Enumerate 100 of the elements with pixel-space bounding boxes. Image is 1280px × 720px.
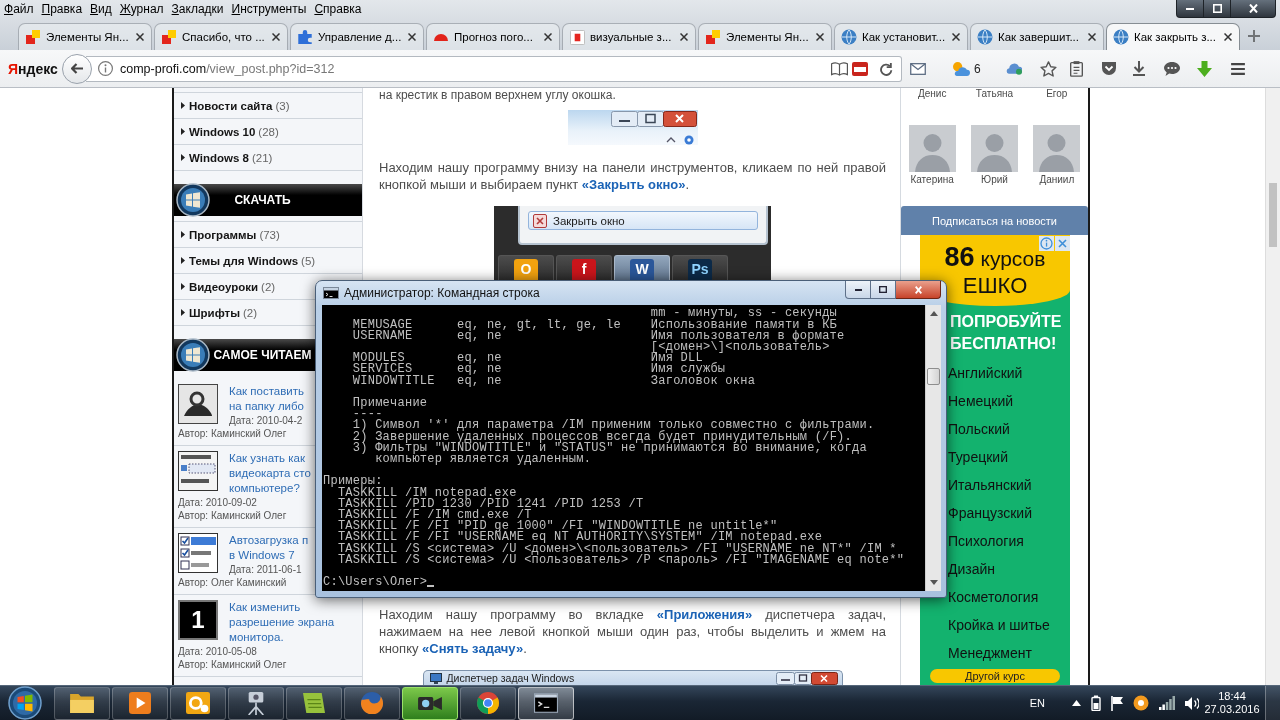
friend-name[interactable]: Денис [917, 88, 947, 99]
avatar-placeholder[interactable] [908, 125, 956, 172]
friend-name[interactable]: Егор [1046, 88, 1068, 99]
course-link[interactable]: Дизайн [948, 555, 996, 583]
course-button[interactable]: Другой курс [930, 669, 1060, 683]
up-arrow-icon[interactable] [1072, 700, 1081, 706]
close-button[interactable] [896, 281, 941, 299]
disc-icon[interactable] [1133, 695, 1149, 711]
close-icon[interactable] [952, 33, 960, 41]
language-indicator[interactable]: EN [1029, 697, 1045, 709]
post-title-link[interactable]: Как узнать как видеокарта сто компьютере? [229, 451, 311, 496]
category-link[interactable]: Видеоуроки (2) [181, 280, 276, 293]
info-icon[interactable] [1039, 236, 1054, 251]
close-icon[interactable] [136, 33, 144, 41]
course-link[interactable]: Немецкий [948, 387, 1014, 415]
menu-item[interactable]: Справка [310, 0, 366, 17]
category-link[interactable]: Новости сайта (3) [181, 99, 290, 112]
maximize-button[interactable] [1204, 0, 1231, 18]
star-icon[interactable] [1039, 60, 1057, 77]
clock-time[interactable]: 18:44 [1218, 690, 1246, 703]
plus-icon[interactable] [1248, 30, 1260, 42]
start-button[interactable] [8, 686, 42, 720]
menu-item[interactable]: Правка [37, 0, 87, 17]
close-icon[interactable] [272, 33, 280, 41]
menu-icon[interactable] [1230, 62, 1245, 75]
menu-item[interactable]: Файл [0, 0, 38, 17]
scroll-down-icon[interactable] [929, 580, 938, 585]
address-bar[interactable]: comp-profi.com/view_post.php?id=312 [86, 55, 902, 82]
scrollbar-thumb[interactable] [1269, 183, 1277, 247]
close-icon[interactable] [680, 33, 688, 41]
menu-item[interactable]: Журнал [115, 0, 168, 17]
speaker-icon[interactable] [1185, 696, 1199, 710]
browser-tab[interactable]: Управление д... [290, 23, 424, 50]
envelope-icon[interactable] [910, 62, 926, 75]
down-arrow-icon[interactable] [1196, 60, 1212, 77]
show-desktop-button[interactable] [1265, 686, 1280, 720]
course-link[interactable]: Французский [948, 499, 1032, 527]
taskbar-button[interactable] [402, 686, 458, 720]
friend-name[interactable]: Татьяна [975, 88, 1014, 99]
battery-icon[interactable] [1091, 695, 1101, 711]
back-button[interactable] [62, 53, 92, 84]
badge-icon[interactable] [852, 61, 868, 76]
download-icon[interactable] [1132, 61, 1145, 76]
course-link[interactable]: Турецкий [948, 443, 1008, 471]
friend-name[interactable]: Даниил [1039, 174, 1075, 185]
scroll-up-icon[interactable] [929, 311, 938, 316]
category-link[interactable]: Windows 8 (21) [181, 151, 273, 164]
subscribe-button[interactable]: Подписаться на новости [901, 206, 1088, 235]
category-link[interactable]: Программы (73) [181, 228, 280, 241]
friend-name[interactable]: Катерина [910, 174, 954, 185]
cloud-icon[interactable] [1005, 62, 1022, 75]
signal-icon[interactable] [1159, 696, 1175, 710]
browser-tab[interactable]: визуальные з... [562, 23, 696, 50]
browser-tab[interactable]: Как завершит... [970, 23, 1104, 50]
course-link[interactable]: Английский [948, 359, 1023, 387]
post-title-link[interactable]: Автозагрузка п в Windows 7 [229, 533, 309, 563]
browser-tab[interactable]: Спасибо, что ... [154, 23, 288, 50]
text-link[interactable]: «Снять задачу» [422, 641, 524, 656]
course-link[interactable]: Менеджмент [948, 639, 1032, 667]
scrollbar[interactable] [925, 305, 941, 591]
close-button[interactable] [1231, 0, 1276, 18]
browser-tab[interactable]: Элементы Ян... [698, 23, 832, 50]
category-link[interactable]: Шрифты (2) [181, 306, 258, 319]
scrollbar-thumb[interactable] [927, 368, 940, 385]
category-link[interactable]: Windows 10 (28) [181, 125, 279, 138]
flag-icon[interactable] [1111, 695, 1123, 711]
category-link[interactable]: Темы для Windows (5) [181, 254, 316, 267]
clipboard-icon[interactable] [1069, 60, 1083, 77]
scrollbar[interactable] [1265, 88, 1280, 685]
close-icon[interactable] [816, 33, 824, 41]
menu-item[interactable]: Закладки [167, 0, 228, 17]
shield-icon[interactable] [1101, 62, 1116, 75]
minimize-button[interactable] [845, 281, 871, 299]
close-icon[interactable] [408, 33, 416, 41]
close-icon[interactable] [1088, 33, 1096, 41]
minimize-button[interactable] [1176, 0, 1204, 18]
browser-tab[interactable]: Как установит... [834, 23, 968, 50]
close-icon[interactable] [544, 33, 552, 41]
browser-tab[interactable]: Элементы Ян... [18, 23, 152, 50]
course-link[interactable]: Психология [948, 527, 1024, 555]
menu-item[interactable]: Инструменты [227, 0, 311, 17]
course-link[interactable]: Польский [948, 415, 1010, 443]
course-link[interactable]: Кройка и шитье [948, 611, 1050, 639]
close-icon[interactable] [1224, 33, 1232, 41]
chat-icon[interactable] [1163, 61, 1180, 76]
menu-item[interactable]: Вид [86, 0, 116, 17]
browser-logo[interactable]: Яндекс [8, 60, 62, 77]
post-title-link[interactable]: Как изменить разрешение экрана монитора. [229, 600, 335, 645]
course-link[interactable]: Итальянский [948, 471, 1032, 499]
maximize-button[interactable] [871, 281, 896, 299]
book-icon[interactable] [831, 61, 848, 76]
reload-icon[interactable] [880, 61, 893, 76]
text-link[interactable]: «Приложения» [656, 607, 753, 622]
clock-date[interactable]: 27.03.2016 [1204, 703, 1260, 716]
course-link[interactable]: Косметология [948, 583, 1039, 611]
info-icon[interactable] [98, 61, 113, 76]
weather-button[interactable]: 6 [953, 61, 981, 76]
browser-tab[interactable]: Прогноз пого... [426, 23, 560, 50]
avatar-placeholder[interactable] [1033, 125, 1081, 172]
browser-tab[interactable]: Как закрыть з... [1106, 23, 1240, 50]
